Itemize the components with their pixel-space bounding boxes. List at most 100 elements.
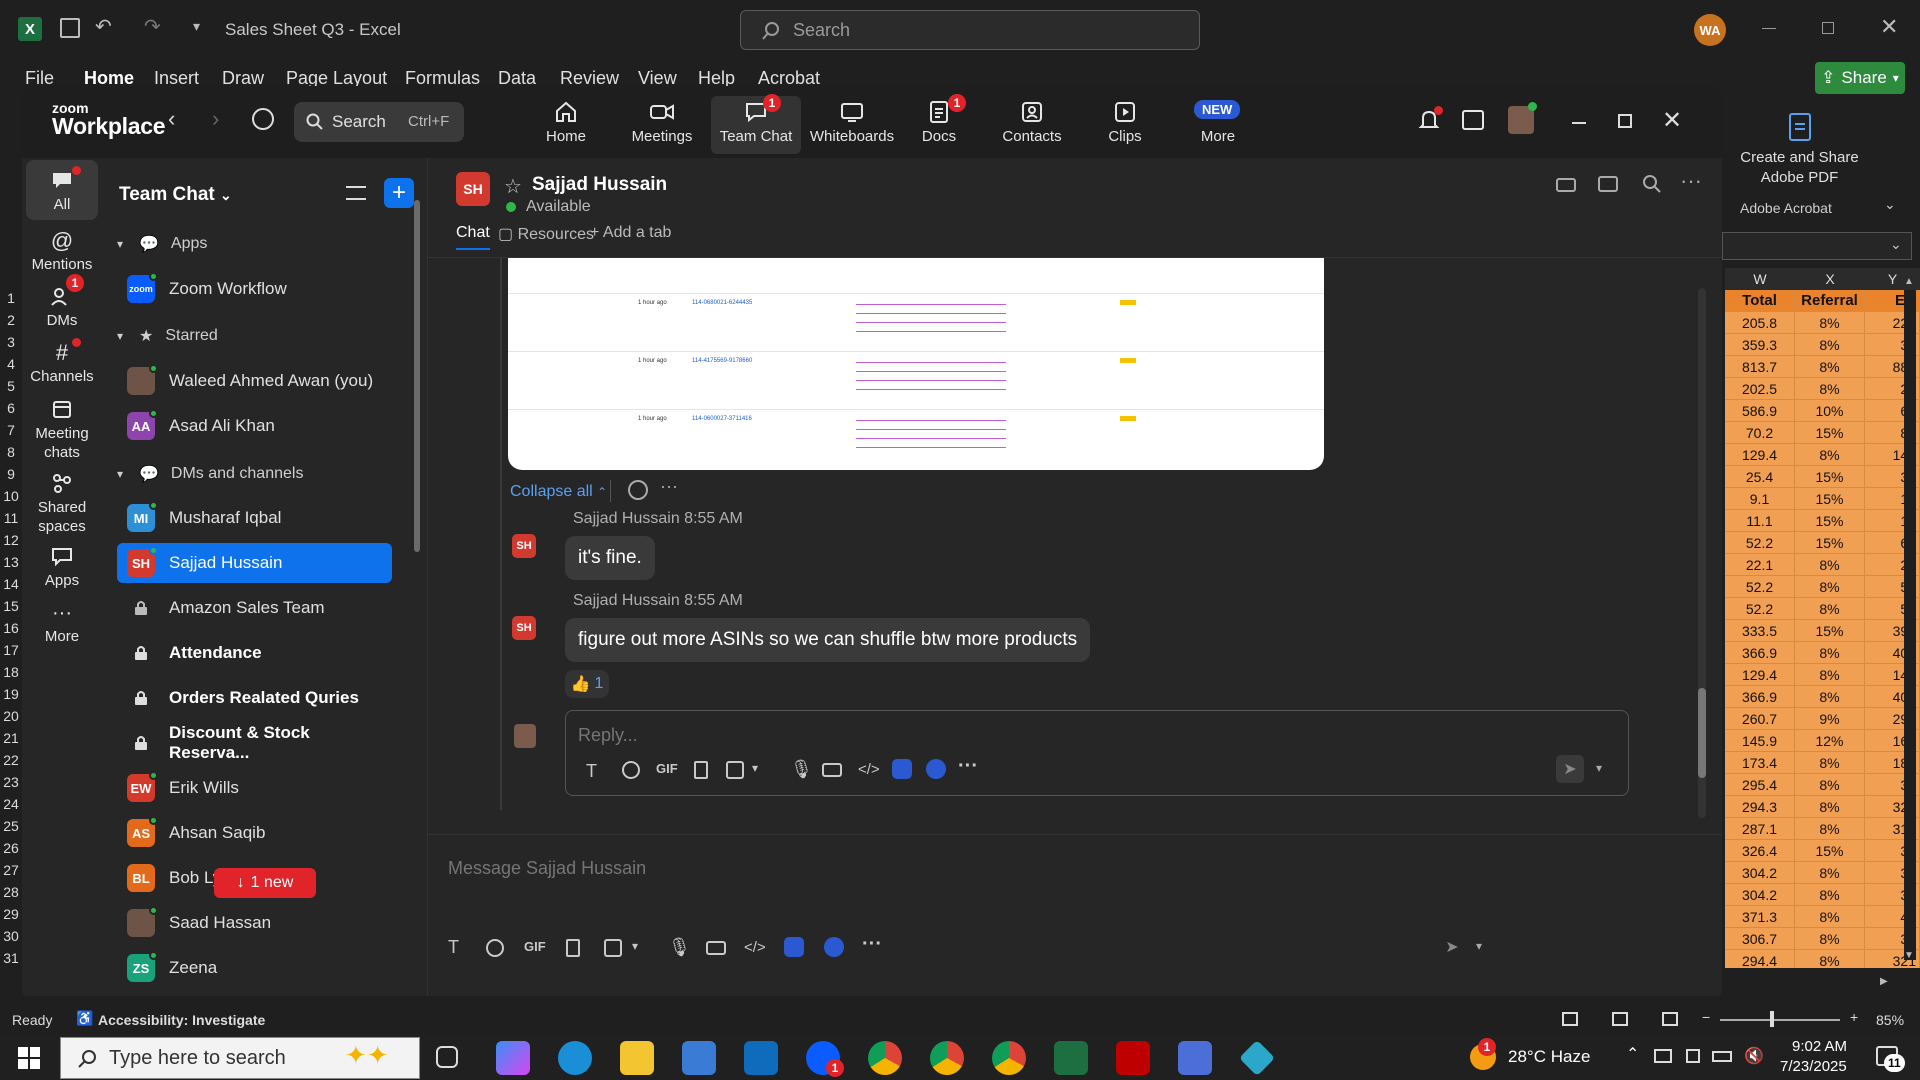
format-text-icon[interactable]: T [448,937,459,958]
scroll-right-icon[interactable]: ▶ [1880,976,1888,987]
row-number[interactable]: 30 [0,928,22,944]
table-cell[interactable]: 15% [1795,532,1865,554]
ribbon-collapse-icon[interactable]: ⌄ [1884,196,1896,213]
contact-name[interactable]: Sajjad Hussain [532,174,667,196]
table-cell[interactable]: 9% [1795,708,1865,730]
row-number[interactable]: 25 [0,818,22,834]
row-number[interactable]: 13 [0,554,22,570]
table-cell[interactable]: 813.7 [1725,356,1795,378]
gif-icon[interactable]: GIF [656,761,678,776]
code-icon[interactable]: </> [744,939,766,956]
outlook-icon[interactable] [744,1041,778,1075]
rail-apps[interactable]: Apps [22,542,102,589]
star-outline-icon[interactable]: ☆ [504,174,522,199]
rail-all[interactable]: All [26,160,98,220]
profile-avatar[interactable] [1508,102,1537,134]
row-number[interactable]: 4 [0,356,22,372]
table-cell[interactable]: 15% [1795,840,1865,862]
back-icon[interactable]: ‹ [168,106,175,132]
row-number[interactable]: 20 [0,708,22,724]
notification-center-icon[interactable]: 11 [1876,1046,1905,1072]
zoom-search-button[interactable]: Search Ctrl+F [294,102,464,142]
sidebar-item-attendance[interactable]: Attendance [117,633,392,673]
table-cell[interactable]: 22.1 [1725,554,1795,576]
undo-icon[interactable]: ↶ [95,14,112,39]
zoom-slider[interactable] [1720,1019,1840,1021]
formula-expand-icon[interactable]: ⌄ [1890,236,1902,253]
table-cell[interactable]: 129.4 [1725,664,1795,686]
formula-bar[interactable] [1722,232,1912,260]
rail-dms[interactable]: DMs 1 [22,274,102,329]
copilot-icon[interactable] [496,1041,530,1075]
table-cell[interactable]: 173.4 [1725,752,1795,774]
app-blue2-icon[interactable] [824,937,844,957]
rail-meeting-chats[interactable]: Meeting chats [22,394,102,462]
filter-icon[interactable] [346,186,366,200]
contact-avatar[interactable]: SH [456,172,490,206]
table-cell[interactable]: 202.5 [1725,378,1795,400]
excel-search-box[interactable]: Search [740,10,1200,50]
sidebar-item-zoom-workflow[interactable]: zoom Zoom Workflow [117,269,392,309]
row-number[interactable]: 28 [0,884,22,900]
table-cell[interactable]: 8% [1795,444,1865,466]
thread-more-icon[interactable]: ··· [660,476,678,497]
zoom-slider-thumb[interactable] [1770,1011,1774,1027]
emoji-icon[interactable] [622,761,640,779]
clock-date[interactable]: 7/23/2025 [1780,1058,1847,1075]
section-dms-channels[interactable]: ▾ 💬 DMs and channels [117,454,392,494]
sidebar-item-ahsan[interactable]: AS Ahsan Saqib [117,813,392,853]
row-number[interactable]: 11 [0,510,22,526]
sidebar-item-waleed[interactable]: Waleed Ahmed Awan (you) [117,361,392,401]
history-icon[interactable] [252,108,274,130]
sidebar-item-musharaf[interactable]: MI Musharaf Iqbal [117,498,392,538]
calendar-icon[interactable] [1462,110,1484,130]
close-icon[interactable]: ✕ [1880,14,1898,40]
battery-icon[interactable] [1712,1051,1732,1062]
send-icon[interactable]: ➤ [1556,755,1584,783]
msg-avatar[interactable]: SH [512,616,536,640]
sidebar-item-amazon-sales[interactable]: Amazon Sales Team [117,588,392,628]
header-cell[interactable]: Referral [1795,290,1865,312]
table-cell[interactable]: 15% [1795,422,1865,444]
file-icon[interactable] [566,939,580,957]
file-icon[interactable] [694,761,708,779]
table-cell[interactable]: 326.4 [1725,840,1795,862]
message-bubble[interactable]: it's fine. [565,536,655,580]
table-cell[interactable]: 15% [1795,466,1865,488]
row-number[interactable]: 12 [0,532,22,548]
clock-time[interactable]: 9:02 AM [1792,1038,1847,1055]
table-cell[interactable]: 366.9 [1725,686,1795,708]
column-header-x[interactable]: X [1795,268,1865,290]
header-cell[interactable]: Total Cost [1725,290,1795,331]
page-break-view-icon[interactable] [1662,1012,1678,1026]
notifications-bell-icon[interactable] [1418,106,1443,132]
section-starred[interactable]: ▾ ★ Starred [117,316,392,356]
table-cell[interactable]: 8% [1795,378,1865,400]
table-cell[interactable]: 8% [1795,774,1865,796]
code-icon[interactable]: </> [858,761,880,778]
table-cell[interactable]: 260.7 [1725,708,1795,730]
zoom-maximize-icon[interactable] [1618,114,1632,128]
table-cell[interactable]: 8% [1795,312,1865,334]
scroll-down-icon[interactable]: ▼ [1904,950,1914,961]
table-cell[interactable]: 8% [1795,664,1865,686]
screenshot-icon[interactable] [726,761,744,779]
row-number[interactable]: 14 [0,576,22,592]
share-screen-icon[interactable] [1598,176,1618,192]
zoom-app-icon[interactable]: 1 [806,1041,844,1077]
nav-home[interactable]: Home [523,96,609,154]
volume-icon[interactable]: 🔇 [1744,1046,1764,1066]
table-cell[interactable]: 8% [1795,598,1865,620]
status-accessibility[interactable]: Accessibility: Investigate [98,1012,265,1028]
table-cell[interactable]: 15% [1795,620,1865,642]
row-number[interactable]: 21 [0,730,22,746]
filezilla-icon[interactable] [1116,1041,1150,1075]
nav-docs[interactable]: Docs 1 [896,94,982,154]
row-number[interactable]: 19 [0,686,22,702]
row-number[interactable]: 17 [0,642,22,658]
table-cell[interactable]: 11.1 [1725,510,1795,532]
nav-clips[interactable]: Clips [1082,96,1168,154]
sidebar-scrollbar[interactable] [414,200,420,552]
reply-composer[interactable]: T GIF ▾ 🎙 </> ··· ➤ ▾ [565,710,1629,796]
row-number[interactable]: 22 [0,752,22,768]
